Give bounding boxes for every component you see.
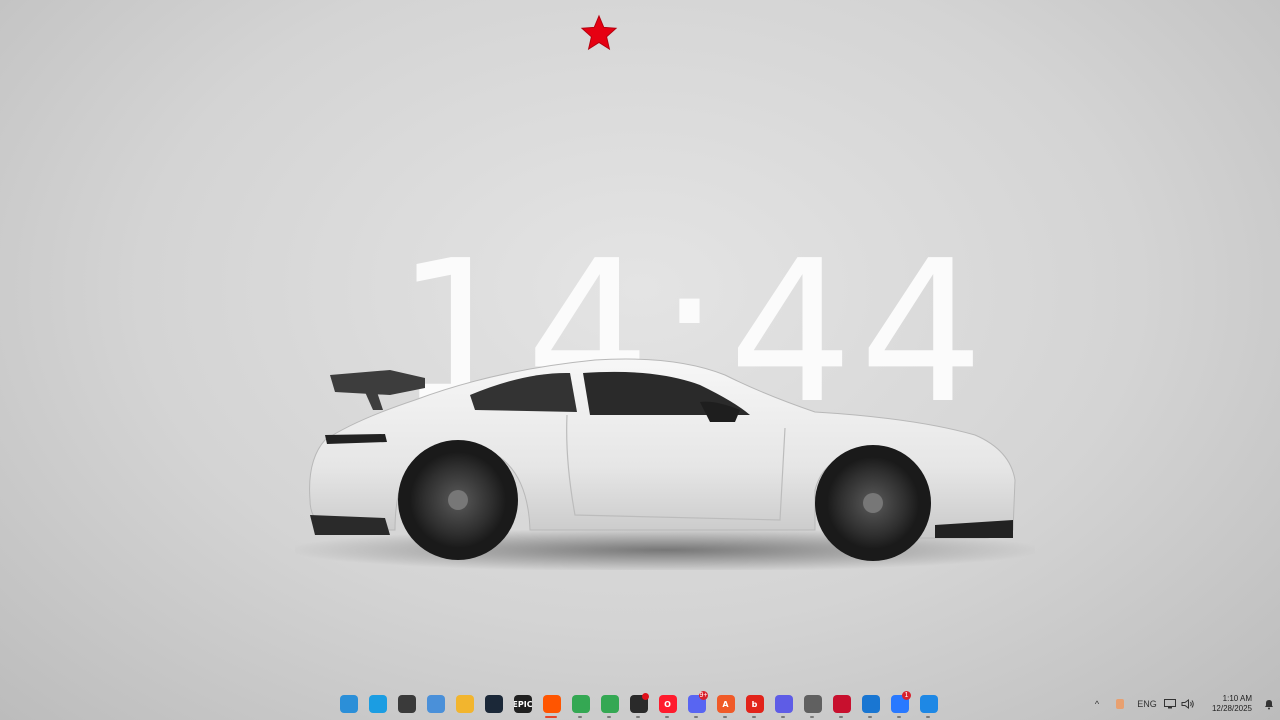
tray-app-icon[interactable] — [1108, 688, 1132, 720]
soundcloud-icon — [542, 695, 561, 713]
rocket-app-badge: 1 — [902, 691, 911, 700]
running-indicator — [839, 716, 843, 718]
taskbar-blue-app-button[interactable] — [856, 688, 885, 720]
start-icon — [339, 695, 358, 713]
bitdefender-icon: b — [745, 695, 764, 713]
microsoft-store-icon — [426, 695, 445, 713]
network-tool-icon — [803, 695, 822, 713]
obs-icon — [397, 695, 416, 713]
taskbar-chrome-profile-button[interactable] — [595, 688, 624, 720]
taskbar-discord-button[interactable]: 9+ — [682, 688, 711, 720]
taskbar-opera-button[interactable]: O — [653, 688, 682, 720]
taskbar-network-tool-button[interactable] — [798, 688, 827, 720]
taskbar-edge-button[interactable] — [363, 688, 392, 720]
running-indicator — [810, 716, 814, 718]
tray-clock[interactable]: 1:10 AM 12/28/2025 — [1198, 694, 1258, 714]
running-indicator — [868, 716, 872, 718]
file-explorer-icon — [455, 695, 474, 713]
network-icon[interactable] — [1162, 688, 1178, 720]
blue-app-icon — [861, 695, 880, 713]
linear-icon — [774, 695, 793, 713]
taskbar-app-list: EPIC O 9+ Ab 1 — [334, 688, 943, 720]
running-indicator — [578, 716, 582, 718]
running-indicator — [781, 716, 785, 718]
running-indicator — [723, 716, 727, 718]
red-app-icon — [832, 695, 851, 713]
running-indicator — [897, 716, 901, 718]
steam-icon — [484, 695, 503, 713]
running-indicator — [636, 716, 640, 718]
tray-date: 12/28/2025 — [1211, 704, 1252, 713]
system-tray: ^ ENG 1:10 AM 12/28/2025 — [1086, 688, 1280, 720]
taskbar: EPIC O 9+ Ab 1 ^ ENG 1:10 AM 12/28/2025 — [0, 688, 1280, 720]
taskbar-microsoft-store-button[interactable] — [421, 688, 450, 720]
discord-badge: 9+ — [699, 691, 708, 700]
volume-icon[interactable] — [1178, 688, 1198, 720]
taskbar-soundcloud-button[interactable] — [537, 688, 566, 720]
running-indicator — [665, 716, 669, 718]
opera-icon: O — [658, 695, 677, 713]
running-indicator — [926, 716, 930, 718]
epic-games-icon: EPIC — [513, 695, 532, 713]
blue-shield-app-icon — [919, 695, 938, 713]
recording-dot-badge — [642, 693, 649, 700]
taskbar-arc-app-button[interactable]: A — [711, 688, 740, 720]
taskbar-linear-button[interactable] — [769, 688, 798, 720]
chrome-icon — [571, 695, 590, 713]
star-icon[interactable] — [580, 14, 618, 52]
running-indicator — [607, 716, 611, 718]
taskbar-steam-button[interactable] — [479, 688, 508, 720]
desktop: 14:44 — [0, 0, 1280, 688]
taskbar-epic-games-button[interactable]: EPIC — [508, 688, 537, 720]
tray-time: 1:10 AM — [1222, 694, 1252, 703]
tray-overflow-chevron-icon[interactable]: ^ — [1086, 688, 1108, 720]
taskbar-start-button[interactable] — [334, 688, 363, 720]
taskbar-blue-shield-app-button[interactable] — [914, 688, 943, 720]
running-indicator — [694, 716, 698, 718]
taskbar-red-app-button[interactable] — [827, 688, 856, 720]
car-wallpaper — [295, 358, 1035, 570]
language-indicator[interactable]: ENG — [1132, 688, 1162, 720]
taskbar-obs-button[interactable] — [392, 688, 421, 720]
running-indicator — [752, 716, 756, 718]
arc-app-icon: A — [716, 695, 735, 713]
taskbar-chrome-button[interactable] — [566, 688, 595, 720]
notification-bell-icon[interactable] — [1258, 688, 1280, 720]
taskbar-davinci-resolve-button[interactable] — [624, 688, 653, 720]
taskbar-file-explorer-button[interactable] — [450, 688, 479, 720]
taskbar-bitdefender-button[interactable]: b — [740, 688, 769, 720]
running-indicator — [545, 716, 557, 718]
chrome-profile-icon — [600, 695, 619, 713]
taskbar-rocket-app-button[interactable]: 1 — [885, 688, 914, 720]
edge-icon — [368, 695, 387, 713]
